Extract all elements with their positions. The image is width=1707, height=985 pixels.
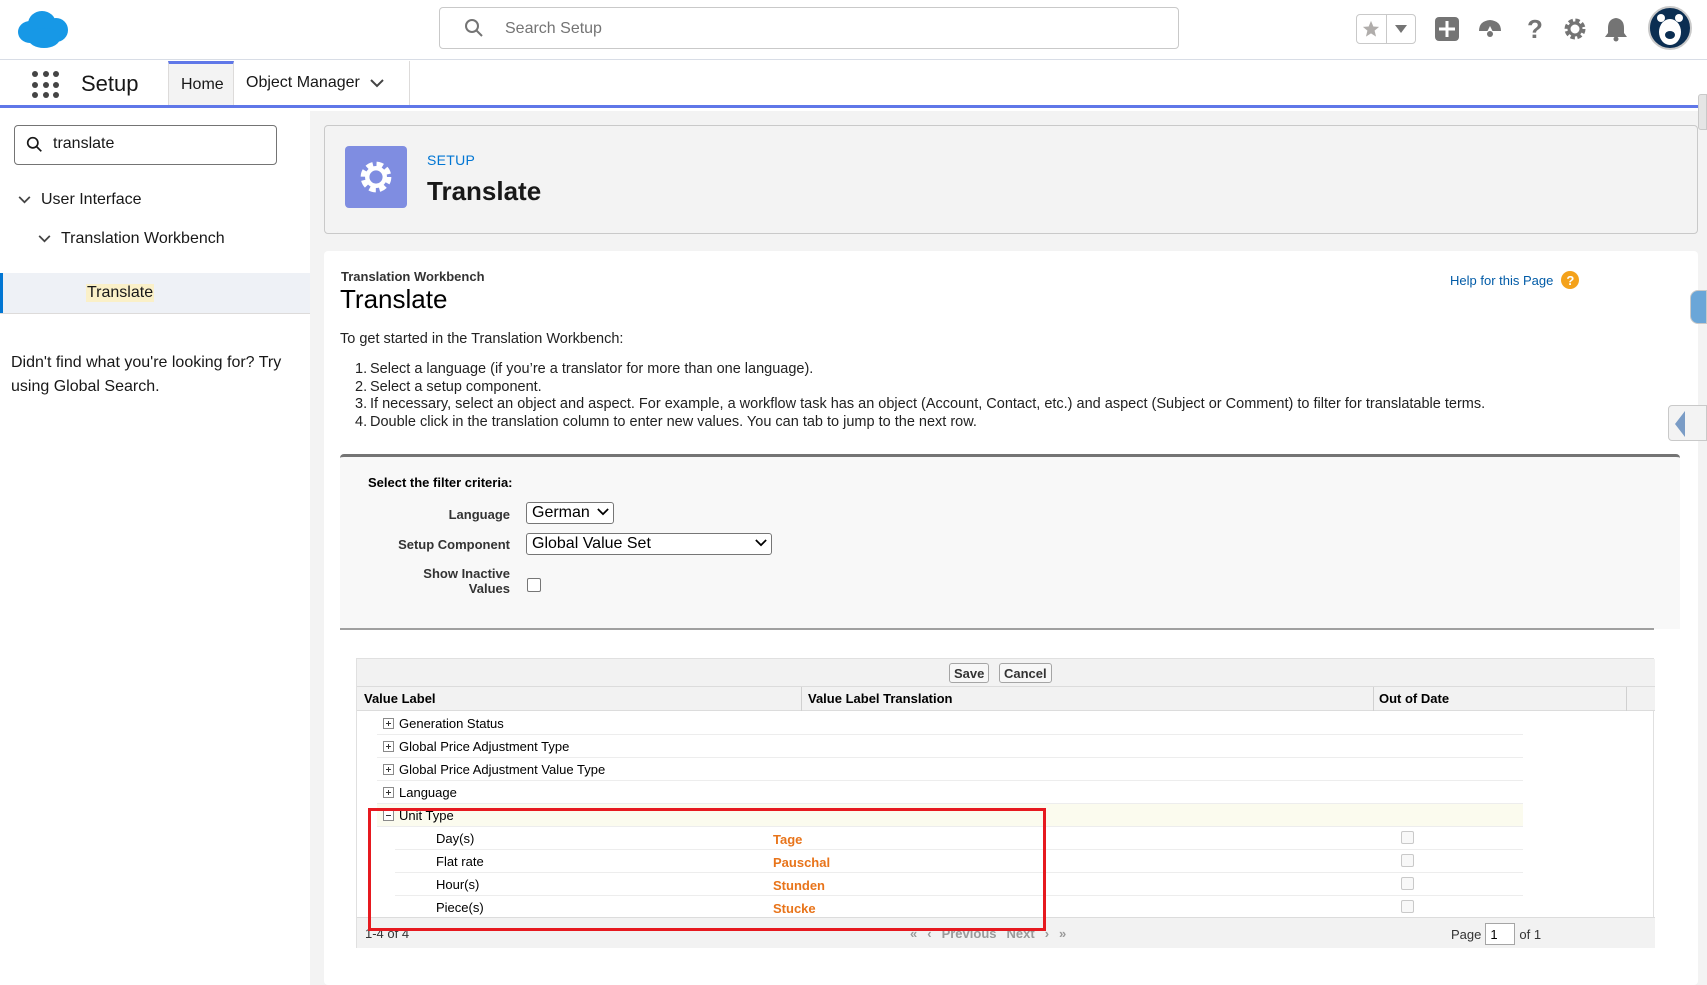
- tab-object-manager-label: Object Manager: [246, 74, 360, 91]
- save-button[interactable]: Save: [949, 663, 990, 683]
- page-header-card: SETUP Translate: [324, 125, 1698, 234]
- group-row[interactable]: Global Price Adjustment Type: [377, 735, 1523, 758]
- grid-toolbar: Save Cancel: [357, 659, 1655, 687]
- list-item: 4. Double click in the translation column…: [355, 413, 977, 430]
- trailhead-icon[interactable]: [1475, 14, 1505, 44]
- out-of-date-checkbox[interactable]: [1401, 900, 1414, 913]
- show-inactive-checkbox[interactable]: [527, 578, 541, 592]
- star-icon[interactable]: [1357, 15, 1386, 43]
- help-icon[interactable]: ?: [1520, 14, 1550, 44]
- steps-list: 1. Select a language (if you’re a transla…: [355, 361, 1485, 431]
- breadcrumb: Translation Workbench: [341, 269, 485, 284]
- setup-component-label: Setup Component: [398, 537, 510, 552]
- page-kicker: SETUP: [427, 152, 476, 168]
- gear-icon[interactable]: [1560, 14, 1590, 44]
- quick-find-input[interactable]: [14, 125, 277, 165]
- search-placeholder: Search Setup: [505, 20, 602, 37]
- tree-item-label: Translate: [86, 284, 155, 302]
- group-row[interactable]: Global Price Adjustment Value Type: [377, 758, 1523, 781]
- divider: [340, 628, 1654, 630]
- last-page-icon[interactable]: »: [1059, 926, 1066, 941]
- tab-object-manager[interactable]: Object Manager: [234, 61, 410, 105]
- tab-home-label: Home: [181, 75, 224, 93]
- show-inactive-label: Show Inactive Values: [423, 566, 510, 596]
- expand-icon[interactable]: [383, 741, 394, 752]
- quick-find-field[interactable]: [53, 135, 263, 153]
- column-header-value-label[interactable]: Value Label: [364, 691, 436, 706]
- collapse-panel-icon[interactable]: [1668, 405, 1707, 441]
- global-search-hint: Didn't find what you're looking for? Try…: [11, 354, 282, 395]
- cancel-button[interactable]: Cancel: [999, 663, 1052, 683]
- filter-criteria-panel: Select the filter criteria: Language Ger…: [340, 454, 1680, 629]
- app-launcher-icon[interactable]: [32, 71, 60, 99]
- setup-search-input[interactable]: Search Setup: [439, 7, 1179, 49]
- highlight-annotation-box: [368, 808, 1046, 931]
- search-icon: [26, 136, 42, 152]
- tree-item-label: Translation Workbench: [61, 230, 225, 247]
- expand-icon[interactable]: [383, 718, 394, 729]
- grid-header: Value Label Value Label Translation Out …: [357, 687, 1655, 711]
- tree-item-user-interface[interactable]: User Interface: [18, 191, 141, 209]
- tree-item-translate[interactable]: Translate: [0, 273, 310, 313]
- utility-edge-tab[interactable]: [1698, 94, 1707, 130]
- column-header-out-of-date[interactable]: Out of Date: [1379, 691, 1449, 706]
- chevron-down-icon: [38, 235, 51, 243]
- tab-home[interactable]: Home: [168, 61, 234, 105]
- global-header: Search Setup ?: [0, 0, 1707, 60]
- avatar[interactable]: [1648, 6, 1692, 50]
- content-title: Translate: [340, 284, 448, 314]
- help-link[interactable]: Help for this Page ?: [1450, 271, 1580, 289]
- chevron-down-icon: [755, 539, 767, 547]
- add-icon[interactable]: [1432, 14, 1462, 44]
- setup-gear-icon: [345, 146, 407, 208]
- list-item: 3. If necessary, select an object and asp…: [355, 396, 1486, 412]
- favorites-group: [1356, 14, 1416, 44]
- group-row[interactable]: Generation Status: [377, 712, 1523, 735]
- setup-component-select[interactable]: Global Value Set: [526, 533, 772, 555]
- utility-edge-tab[interactable]: [1690, 290, 1707, 324]
- out-of-date-checkbox[interactable]: [1401, 877, 1414, 890]
- tree-item-translation-workbench[interactable]: Translation Workbench: [38, 230, 225, 248]
- group-row[interactable]: Language: [377, 781, 1523, 804]
- bell-icon[interactable]: [1601, 14, 1631, 44]
- out-of-date-checkbox[interactable]: [1401, 831, 1414, 844]
- filter-title: Select the filter criteria:: [368, 475, 513, 490]
- intro-text: To get started in the Translation Workbe…: [340, 331, 624, 347]
- tree-item-label: User Interface: [41, 191, 142, 208]
- chevron-down-icon[interactable]: [370, 78, 384, 88]
- column-header-translation[interactable]: Value Label Translation: [808, 691, 953, 706]
- page-number-input[interactable]: [1485, 923, 1516, 945]
- cloud-logo-icon[interactable]: [14, 8, 70, 48]
- help-link-label[interactable]: Help for this Page: [1450, 273, 1553, 288]
- setup-sidebar: User Interface Translation Workbench Tra…: [0, 111, 310, 985]
- expand-icon[interactable]: [383, 787, 394, 798]
- chevron-down-icon: [18, 196, 31, 204]
- app-name: Setup: [81, 71, 139, 96]
- page-selector: Page of 1: [1451, 923, 1541, 945]
- page-title: Translate: [427, 176, 542, 206]
- chevron-down-icon: [597, 508, 609, 516]
- list-item: 2. Select a setup component.: [355, 378, 542, 395]
- language-label: Language: [448, 507, 510, 522]
- search-icon: [464, 18, 484, 38]
- app-nav-bar: Setup Home Object Manager: [0, 61, 1707, 108]
- expand-icon[interactable]: [383, 764, 394, 775]
- help-icon[interactable]: ?: [1561, 271, 1580, 289]
- divider: [0, 313, 310, 314]
- list-item: 1. Select a language (if you’re a transla…: [355, 361, 814, 377]
- chevron-down-icon[interactable]: [1385, 15, 1416, 43]
- language-select[interactable]: German: [526, 502, 614, 524]
- out-of-date-checkbox[interactable]: [1401, 854, 1414, 867]
